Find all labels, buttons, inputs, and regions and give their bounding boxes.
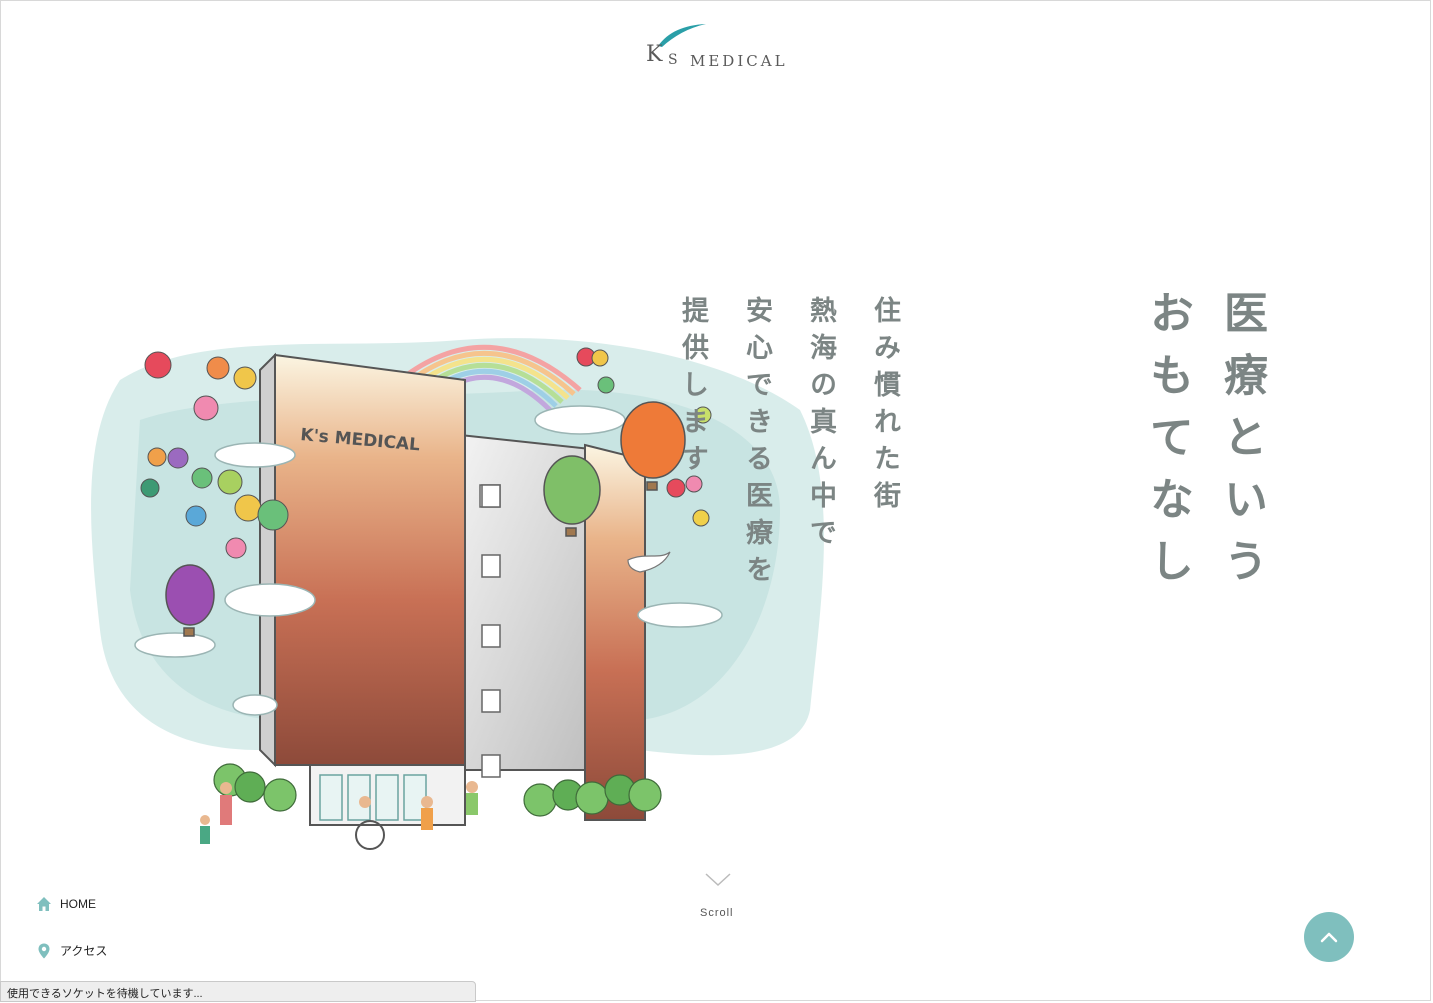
nav-home-label: HOME: [60, 897, 96, 911]
catch-sub-line: 熱海の真ん中で: [805, 296, 836, 555]
nav-access-label: アクセス: [60, 944, 108, 958]
nav-home-link[interactable]: HOME: [36, 896, 96, 912]
catch-copy-main: 医療という おもてなし: [1115, 290, 1267, 600]
catch-sub-line: 住み慣れた街: [869, 296, 900, 518]
scroll-label[interactable]: Scroll: [700, 907, 734, 919]
catch-sub-line: 安心できる医療を: [741, 296, 772, 592]
logo-letter-k: K: [646, 42, 664, 67]
map-pin-icon: [38, 943, 50, 958]
nav-access-link[interactable]: アクセス: [36, 942, 107, 959]
back-to-top-button[interactable]: [1304, 912, 1354, 962]
home-icon: [37, 897, 51, 911]
catch-main-line: おもてなし: [1142, 290, 1193, 600]
chevron-down-icon[interactable]: [704, 872, 732, 888]
logo-wordmark: MEDICAL: [690, 52, 788, 70]
catch-sub-line: 提供します: [677, 296, 708, 481]
catch-main-line: 医療という: [1216, 290, 1267, 600]
browser-status-bar: 使用できるソケットを待機しています...: [0, 981, 476, 1002]
logo-letter-s: S: [668, 52, 678, 68]
site-logo[interactable]: K S MEDICAL: [640, 22, 800, 74]
catch-copy-sub: 住み慣れた街 熱海の真ん中で 安心できる医療を 提供します: [642, 296, 900, 592]
chevron-up-icon: [1320, 932, 1338, 943]
